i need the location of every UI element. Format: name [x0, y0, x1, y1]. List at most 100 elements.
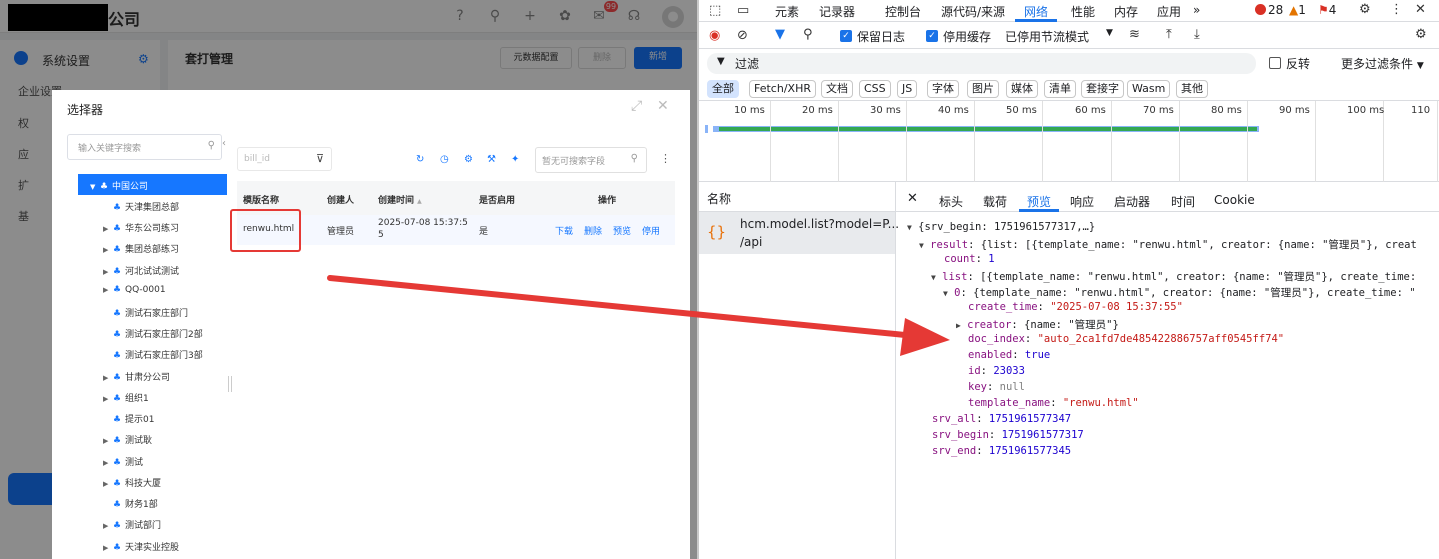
more-vertical-icon[interactable]: ⋮ [1390, 2, 1403, 17]
tree-node[interactable]: ♣ 提示01 [103, 412, 154, 425]
import-icon[interactable]: ⤒ [1166, 27, 1172, 42]
expand-icon[interactable]: ⤢ [631, 98, 642, 114]
inspect-icon[interactable]: ⬚ [709, 3, 721, 18]
type-filter-chip[interactable]: Fetch/XHR [749, 80, 816, 98]
settings-gear-icon[interactable]: ⚙ [1359, 2, 1371, 17]
tree-node[interactable]: ▶ ♣ 测试耿 [103, 433, 152, 446]
tree-search-input[interactable]: 输入关键字搜索 ⚲ [67, 134, 222, 160]
device-toolbar-icon[interactable]: ▭ [737, 3, 749, 18]
json-list-item[interactable]: ▼ 0: {template_name: "renwu.html", creat… [943, 285, 1416, 300]
tree-node[interactable]: ♣ 测试石家庄部门3部 [103, 348, 203, 361]
tree-node[interactable]: ▶ ♣ 集团总部练习 [103, 242, 179, 255]
tree-node[interactable]: ▶ ♣ 组织1 [103, 391, 149, 404]
tree-node[interactable]: ♣ 测试石家庄部门 [103, 306, 188, 319]
json-creator[interactable]: ▶ creator: {name: "管理员"} [956, 317, 1119, 332]
type-filter-chip[interactable]: 其他 [1176, 80, 1208, 98]
tab-network[interactable]: 网络 [1024, 3, 1048, 20]
name-column-header[interactable]: 名称 [699, 182, 895, 212]
tree-node[interactable]: ▶ ♣ 天津实业控股 [103, 540, 179, 553]
network-timeline[interactable]: 10 ms 20 ms 30 ms 40 ms 50 ms 60 ms 70 ms 80 ms… [699, 101, 1439, 182]
tree-node[interactable]: ▶ ♣ 河北试试测试 [103, 264, 179, 277]
tab-sources[interactable]: 源代码/来源 [941, 3, 1005, 20]
type-filter-chip[interactable]: 媒体 [1006, 80, 1038, 98]
tree-node[interactable]: ▶ ♣ 甘肃分公司 [103, 370, 170, 383]
tree-node[interactable]: ♣ 财务1部 [103, 497, 158, 510]
caret-right-icon[interactable]: ▶ [103, 459, 113, 467]
type-filter-chip[interactable]: 图片 [967, 80, 999, 98]
more-tabs-icon[interactable]: » [1193, 3, 1200, 17]
clear-icon[interactable]: ⊘ [737, 28, 748, 43]
type-filter-chip[interactable]: 全部 [707, 80, 739, 98]
invert-checkbox[interactable] [1269, 57, 1281, 69]
col-creator[interactable]: 创建人 [327, 193, 354, 206]
json-root[interactable]: ▼ {srv_begin: 1751961577317,…} [907, 221, 1095, 233]
close-detail-icon[interactable]: ✕ [907, 191, 918, 206]
network-conditions-icon[interactable]: ≋ [1129, 27, 1140, 42]
json-result[interactable]: ▼ result: {list: [{template_name: "renwu… [919, 237, 1417, 252]
caret-right-icon[interactable]: ▶ [103, 522, 113, 530]
close-devtools-icon[interactable]: ✕ [1415, 2, 1426, 17]
preview-link[interactable]: 预览 [613, 224, 631, 237]
tree-node[interactable]: ♣ 测试石家庄部门2部 [103, 327, 203, 340]
disable-cache-checkbox[interactable]: ✓ [926, 30, 938, 42]
type-filter-chip[interactable]: 字体 [927, 80, 959, 98]
type-filter-chip[interactable]: JS [897, 80, 918, 98]
tree-node[interactable]: ▶ ♣ 测试 [103, 455, 143, 468]
more-filters-dropdown[interactable]: 更多过滤条件 ▼ [1341, 55, 1424, 72]
tab-elements[interactable]: 元素 [775, 3, 799, 20]
tab-application[interactable]: 应用 [1157, 3, 1181, 20]
tab-console[interactable]: 控制台 [885, 3, 921, 20]
error-count[interactable]: 28 [1255, 3, 1283, 17]
clock-icon[interactable]: ◷ [440, 154, 449, 165]
close-icon[interactable]: ✕ [657, 98, 669, 114]
sort-icon[interactable]: ▲ [417, 198, 422, 205]
json-list[interactable]: ▼ list: [{template_name: "renwu.html", c… [931, 269, 1416, 284]
warning-count[interactable]: ▲1 [1289, 3, 1306, 17]
settings-icon[interactable]: ⚙ [464, 154, 473, 165]
caret-right-icon[interactable]: ▶ [103, 395, 113, 403]
issue-count[interactable]: ⚑4 [1318, 3, 1336, 17]
tab-payload[interactable]: 载荷 [983, 193, 1007, 210]
col-template-name[interactable]: 模版名称 [243, 193, 279, 206]
tab-cookie[interactable]: Cookie [1214, 193, 1255, 207]
pane-splitter[interactable] [228, 376, 232, 392]
delete-link[interactable]: 删除 [584, 224, 602, 237]
caret-right-icon[interactable]: ▶ [103, 544, 113, 552]
tab-memory[interactable]: 内存 [1114, 3, 1138, 20]
tree-node[interactable]: ▼ ♣ 中国公司 [90, 179, 148, 192]
caret-right-icon[interactable]: ▶ [103, 480, 113, 488]
tree-node[interactable]: ▶ ♣ 华东公司练习 [103, 221, 179, 234]
col-enabled[interactable]: 是否启用 [479, 193, 515, 206]
type-filter-chip[interactable]: CSS [859, 80, 891, 98]
network-settings-icon[interactable]: ⚙ [1415, 27, 1427, 42]
tab-recorder[interactable]: 记录器 [819, 3, 855, 20]
col-create-time[interactable]: 创建时间 ▲ [378, 193, 422, 206]
tree-node[interactable]: ▶ ♣ 测试部门 [103, 518, 161, 531]
type-filter-chip[interactable]: Wasm [1127, 80, 1171, 98]
download-link[interactable]: 下载 [555, 224, 573, 237]
caret-down-icon[interactable]: ▼ [90, 183, 100, 191]
collapse-icon[interactable]: ‹ [222, 138, 226, 149]
export-icon[interactable]: ⤓ [1194, 27, 1200, 42]
preserve-log-checkbox[interactable]: ✓ [840, 30, 852, 42]
filter-icon[interactable]: ▼ [775, 27, 785, 42]
more-vertical-icon[interactable]: ⋮ [660, 152, 671, 165]
tab-performance[interactable]: 性能 [1071, 3, 1095, 20]
chevron-down-icon[interactable]: ▼ [1106, 28, 1113, 38]
tab-timing[interactable]: 时间 [1171, 193, 1195, 210]
tab-preview[interactable]: 预览 [1027, 193, 1051, 210]
type-filter-chip[interactable]: 套接字 [1081, 80, 1124, 98]
caret-right-icon[interactable]: ▶ [103, 437, 113, 445]
filter-input[interactable]: ▼ 过滤 [707, 53, 1256, 74]
caret-right-icon[interactable]: ▶ [103, 374, 113, 382]
panel-divider[interactable] [895, 182, 896, 559]
tab-headers[interactable]: 标头 [939, 193, 963, 210]
bulb-icon[interactable]: ✦ [511, 154, 519, 165]
tab-initiator[interactable]: 启动器 [1114, 193, 1150, 210]
type-filter-chip[interactable]: 清单 [1044, 80, 1076, 98]
tools-icon[interactable]: ⚒ [487, 154, 496, 165]
search-icon[interactable]: ⚲ [803, 27, 813, 42]
disable-link[interactable]: 停用 [642, 224, 660, 237]
record-icon[interactable]: ◉ [709, 28, 720, 43]
tab-response[interactable]: 响应 [1070, 193, 1094, 210]
